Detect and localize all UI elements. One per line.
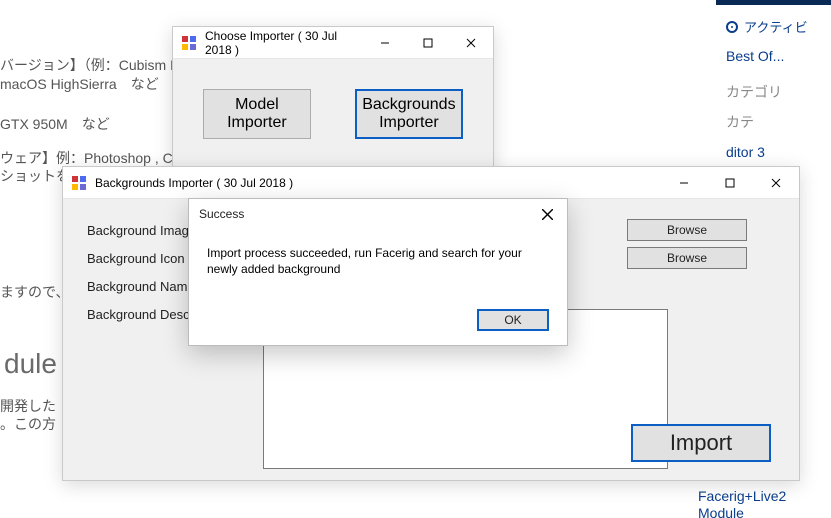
minimize-icon[interactable] <box>661 167 707 199</box>
activity-link[interactable]: アクティビ <box>716 11 831 42</box>
app-icon <box>71 175 87 191</box>
module-heading: dule <box>4 348 57 380</box>
page-text: 開発した <box>0 396 56 416</box>
minimize-icon[interactable] <box>364 27 407 59</box>
page-text: ウェア】例：Photoshop , CL <box>0 148 181 168</box>
category-heading: カテゴリ <box>716 70 831 106</box>
page-text: 。この方 <box>0 414 56 434</box>
page-text: GTX 950M など <box>0 114 110 134</box>
close-icon[interactable] <box>450 27 493 59</box>
ok-button[interactable]: OK <box>477 309 549 331</box>
success-dialog: Success Import process succeeded, run Fa… <box>188 198 568 346</box>
page-text: macOS HighSierra など <box>0 74 159 94</box>
app-icon <box>181 35 197 51</box>
close-icon[interactable] <box>753 167 799 199</box>
page-link[interactable]: Module <box>698 505 744 518</box>
chooser-window: Choose Importer ( 30 Jul 2018 ) Model Im… <box>172 26 494 176</box>
import-button[interactable]: Import <box>631 424 771 462</box>
bestof-link[interactable]: Best Of... <box>716 42 831 70</box>
activity-label: アクティビ <box>744 17 808 36</box>
sidebar-item[interactable]: カテ <box>716 106 831 138</box>
page-text: ますので、 <box>0 282 69 302</box>
window-title: Backgrounds Importer ( 30 Jul 2018 ) <box>95 176 293 190</box>
page-link[interactable]: Facerig+Live2 <box>698 488 786 504</box>
sidebar-item[interactable]: ditor 3 <box>716 138 831 166</box>
dialog-titlebar[interactable]: Success <box>189 199 567 229</box>
browse-icon-button[interactable]: Browse <box>627 247 747 269</box>
clock-icon <box>726 21 738 33</box>
maximize-icon[interactable] <box>707 167 753 199</box>
sidebar-divider <box>716 0 831 5</box>
window-title: Choose Importer ( 30 Jul 2018 ) <box>205 29 364 57</box>
maximize-icon[interactable] <box>407 27 450 59</box>
close-icon[interactable] <box>527 199 567 229</box>
backgrounds-importer-button[interactable]: Backgrounds Importer <box>355 89 463 139</box>
browse-image-button[interactable]: Browse <box>627 219 747 241</box>
model-importer-button[interactable]: Model Importer <box>203 89 311 139</box>
titlebar[interactable]: Choose Importer ( 30 Jul 2018 ) <box>173 27 493 59</box>
page-text: ショットを <box>0 166 70 186</box>
dialog-title: Success <box>199 207 244 221</box>
titlebar[interactable]: Backgrounds Importer ( 30 Jul 2018 ) <box>63 167 799 199</box>
dialog-message: Import process succeeded, run Facerig an… <box>189 229 567 309</box>
